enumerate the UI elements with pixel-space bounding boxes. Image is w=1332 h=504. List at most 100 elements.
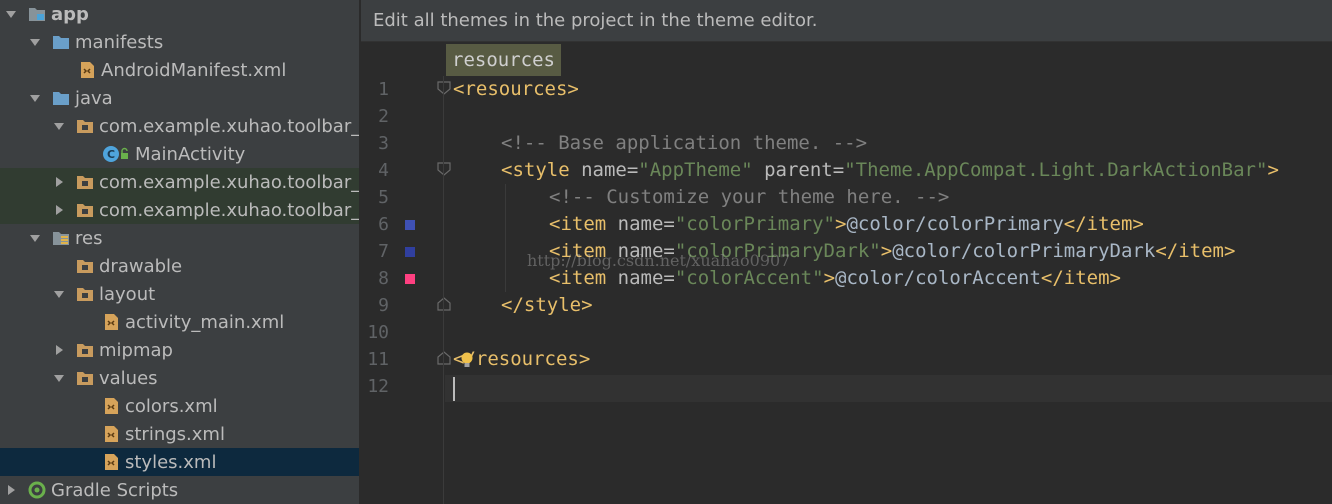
fold-marker-icon[interactable] — [437, 162, 451, 176]
folder-icon — [52, 89, 70, 107]
expand-arrow-icon[interactable] — [28, 35, 42, 49]
tree-item-activity-main[interactable]: activity_main.xml — [0, 308, 359, 336]
project-tree: app manifests AndroidManifest.xml java c… — [0, 0, 359, 504]
collapse-arrow-icon[interactable] — [4, 483, 18, 497]
fold-end-marker-icon[interactable] — [437, 351, 451, 365]
tree-item-label: Gradle Scripts — [51, 479, 179, 501]
breadcrumb[interactable]: resources — [446, 44, 561, 76]
tree-item-package[interactable]: com.example.xuhao.toolbar_di — [0, 168, 359, 196]
tree-item-package[interactable]: com.example.xuhao.toolbar_di — [0, 112, 359, 140]
tree-item-label: styles.xml — [125, 451, 217, 473]
gutter-separator — [443, 76, 444, 504]
xml-file-icon — [102, 453, 120, 471]
module-folder-icon — [28, 5, 46, 23]
line-number: 10 — [367, 322, 389, 343]
tree-item-values[interactable]: values — [0, 364, 359, 392]
tree-item-label: com.example.xuhao.toolbar_di — [99, 199, 359, 221]
line-number: 2 — [378, 106, 389, 127]
tree-item-package[interactable]: com.example.xuhao.toolbar_di — [0, 196, 359, 224]
tree-item-res[interactable]: res — [0, 224, 359, 252]
line-number: 8 — [378, 268, 389, 289]
line-number: 7 — [378, 241, 389, 262]
code-line-3: <!-- Base application theme. --> — [501, 132, 868, 154]
tree-item-label: colors.xml — [125, 395, 218, 417]
code-line-9: </style> — [501, 294, 593, 316]
code-editor[interactable]: Edit all themes in the project in the th… — [361, 0, 1332, 504]
gradle-icon — [28, 481, 46, 499]
package-folder-icon — [76, 201, 94, 219]
color-swatch-primary[interactable] — [405, 220, 415, 230]
resources-folder-icon — [52, 229, 70, 247]
notification-text: Edit all themes in the project in the th… — [373, 10, 818, 31]
tree-item-label: app — [51, 3, 89, 25]
class-icon: C — [102, 145, 130, 163]
tree-item-gradle-scripts[interactable]: Gradle Scripts — [0, 476, 359, 504]
tree-item-label: drawable — [99, 255, 183, 277]
code-area[interactable]: <resources> <!-- Base application theme.… — [453, 76, 1332, 504]
package-folder-icon — [76, 173, 94, 191]
line-number: 11 — [367, 349, 389, 370]
expand-arrow-icon[interactable] — [52, 119, 66, 133]
indent-guide — [505, 184, 506, 292]
code-line-4: <style name="AppTheme" parent="Theme.App… — [501, 159, 1279, 181]
watermark: http://blog.csdn.net/xuahao0907 — [527, 251, 791, 270]
tree-item-label: AndroidManifest.xml — [101, 59, 287, 81]
tree-item-mipmap[interactable]: mipmap — [0, 336, 359, 364]
tree-item-strings[interactable]: strings.xml — [0, 420, 359, 448]
folder-icon — [76, 369, 94, 387]
tree-item-label: values — [99, 367, 158, 389]
line-number: 3 — [378, 133, 389, 154]
tree-item-label: com.example.xuhao.toolbar_di — [99, 115, 359, 137]
expand-arrow-icon[interactable] — [52, 287, 66, 301]
line-number: 4 — [378, 160, 389, 181]
fold-marker-icon[interactable] — [437, 81, 451, 95]
tree-item-app[interactable]: app — [0, 0, 359, 28]
tree-item-label: com.example.xuhao.toolbar_di — [99, 171, 359, 193]
line-number: 12 — [367, 376, 389, 397]
xml-file-icon — [102, 397, 120, 415]
code-line-5: <!-- Customize your theme here. --> — [549, 186, 950, 208]
folder-icon — [76, 285, 94, 303]
package-folder-icon — [76, 117, 94, 135]
folder-icon — [76, 341, 94, 359]
collapse-arrow-icon[interactable] — [52, 203, 66, 217]
fold-end-marker-icon[interactable] — [437, 297, 451, 311]
tree-item-colors[interactable]: colors.xml — [0, 392, 359, 420]
line-number: 5 — [378, 187, 389, 208]
text-cursor — [453, 377, 455, 401]
code-line-1: <resources> — [453, 78, 579, 100]
tree-item-styles[interactable]: styles.xml — [0, 448, 359, 476]
line-number: 6 — [378, 214, 389, 235]
tree-item-label: strings.xml — [125, 423, 225, 445]
line-gutter[interactable]: 1 2 3 4 5 6 7 8 9 10 11 12 — [361, 76, 451, 504]
line-number: 9 — [378, 295, 389, 316]
tree-item-java[interactable]: java — [0, 84, 359, 112]
folder-icon — [76, 257, 94, 275]
tree-item-android-manifest[interactable]: AndroidManifest.xml — [0, 56, 359, 84]
xml-file-icon — [102, 425, 120, 443]
lightbulb-icon[interactable] — [460, 351, 474, 371]
expand-arrow-icon[interactable] — [28, 231, 42, 245]
tree-item-label: MainActivity — [135, 143, 246, 165]
tree-item-main-activity[interactable]: C MainActivity — [0, 140, 359, 168]
expand-arrow-icon[interactable] — [52, 371, 66, 385]
expand-arrow-icon[interactable] — [28, 91, 42, 105]
tree-item-drawable[interactable]: drawable — [0, 252, 359, 280]
xml-file-icon — [78, 61, 96, 79]
svg-text:C: C — [107, 148, 115, 161]
collapse-arrow-icon[interactable] — [52, 343, 66, 357]
tree-item-manifests[interactable]: manifests — [0, 28, 359, 56]
collapse-arrow-icon[interactable] — [52, 175, 66, 189]
folder-icon — [52, 33, 70, 51]
tree-item-label: manifests — [75, 31, 164, 53]
theme-editor-notification[interactable]: Edit all themes in the project in the th… — [361, 0, 1332, 42]
line-number: 1 — [378, 79, 389, 100]
tree-item-label: mipmap — [99, 339, 173, 361]
tree-item-layout[interactable]: layout — [0, 280, 359, 308]
expand-arrow-icon[interactable] — [4, 7, 18, 21]
color-swatch-primary-dark[interactable] — [405, 247, 415, 257]
color-swatch-accent[interactable] — [405, 274, 415, 284]
tree-item-label: layout — [99, 283, 156, 305]
code-line-6: <item name="colorPrimary">@color/colorPr… — [549, 213, 1144, 235]
tree-item-label: res — [75, 227, 103, 249]
